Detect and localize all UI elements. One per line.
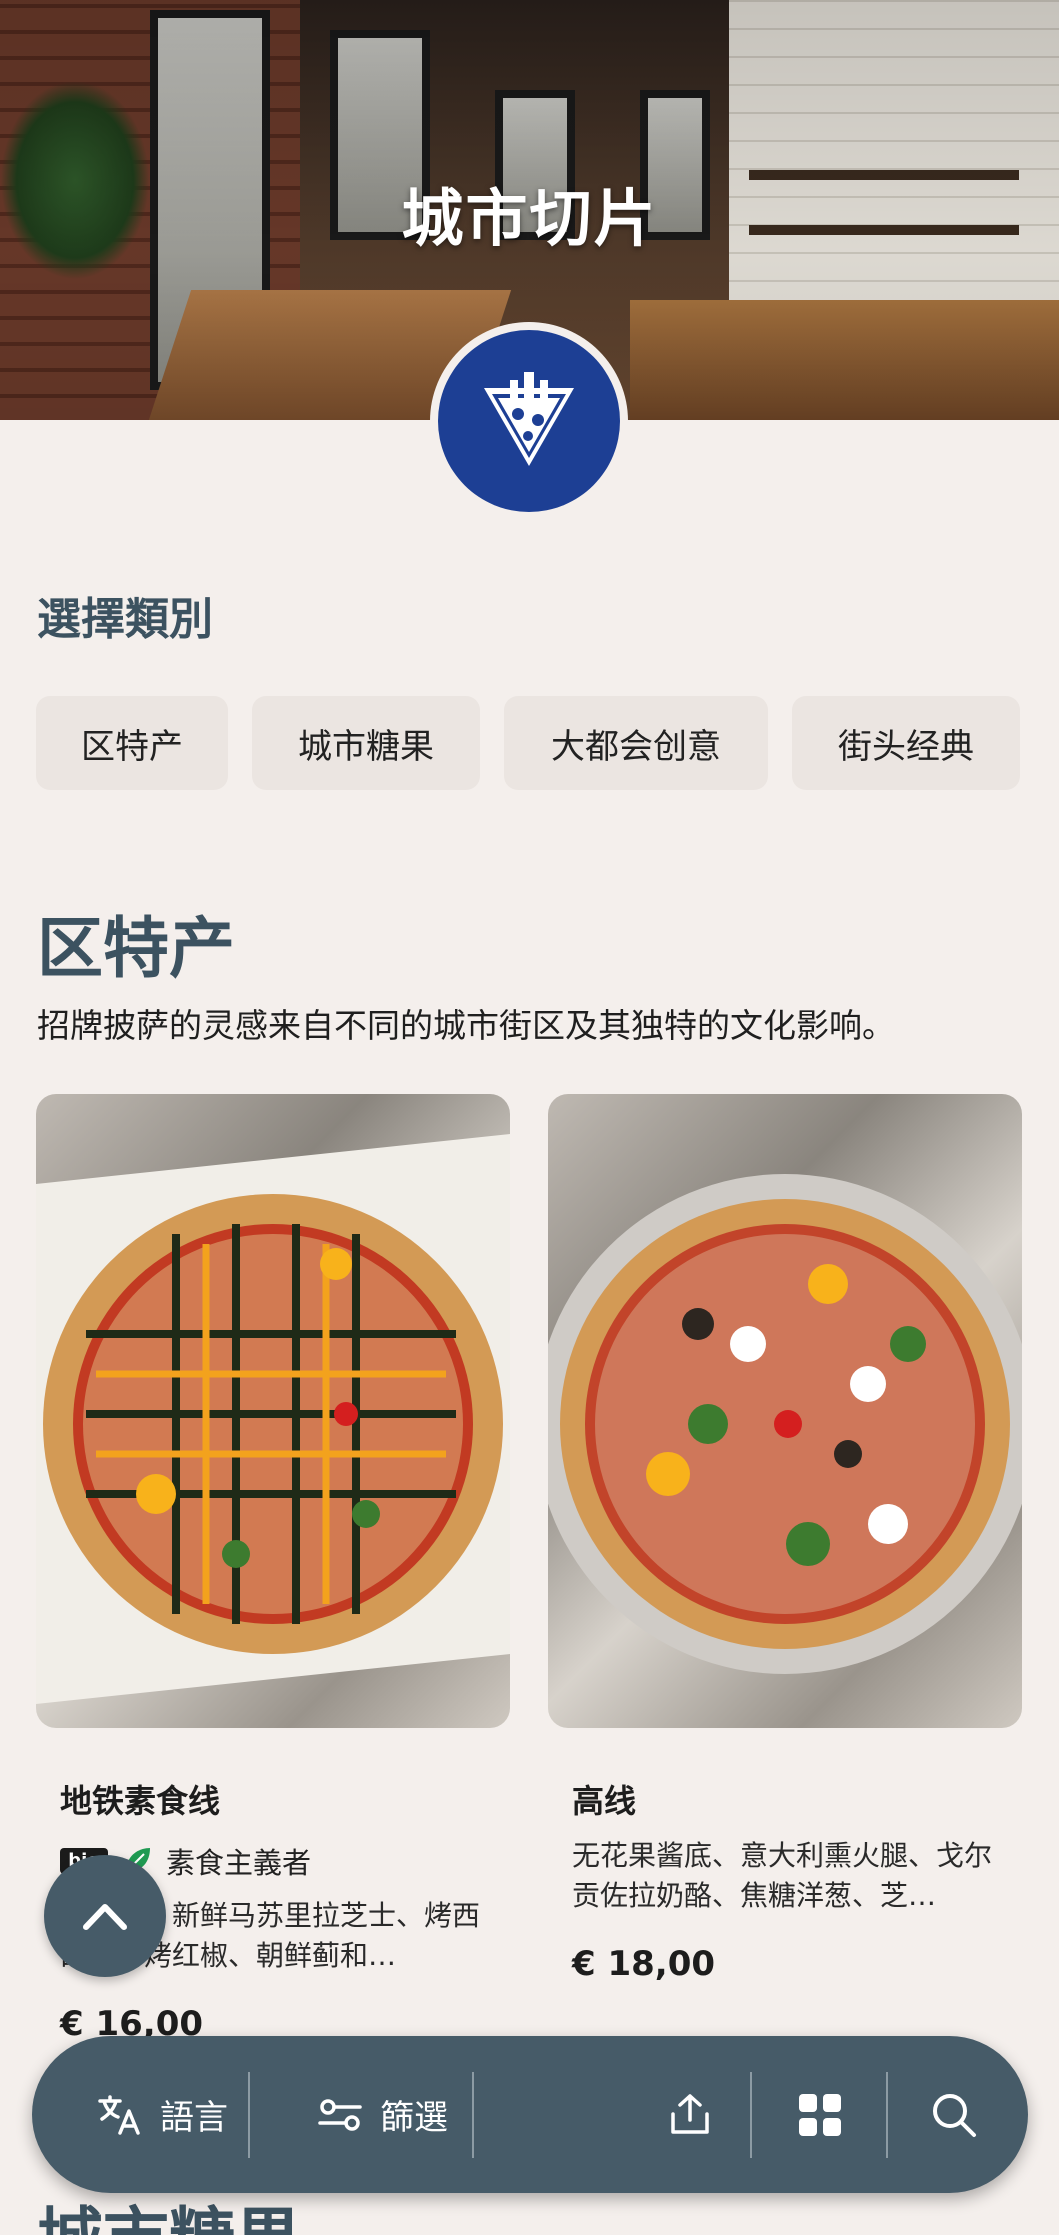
toolbar-divider — [248, 2072, 250, 2158]
pizza-image — [548, 1094, 1022, 1728]
share-icon — [671, 2093, 709, 2134]
item-name: 地铁素食线 — [60, 1782, 221, 1820]
item-price: € 18,00 — [572, 1944, 716, 1984]
chip-district-specials[interactable]: 区特产 — [36, 696, 228, 790]
menu-item-card[interactable]: 高线 无花果酱底、意大利熏火腿、戈尔贡佐拉奶酪、焦糖洋葱、芝… € 18,00 — [548, 1094, 1022, 1984]
chip-street-classics[interactable]: 街头经典 — [792, 696, 1020, 790]
toolbar-divider — [750, 2072, 752, 2158]
bottom-toolbar: 語言 篩選 — [32, 2036, 1028, 2193]
share-button[interactable] — [640, 2036, 740, 2193]
language-button[interactable]: 語言 — [72, 2036, 252, 2193]
language-label: 語言 — [160, 2098, 228, 2138]
search-icon — [933, 2093, 976, 2137]
category-selector-label: 選擇類別 — [37, 594, 213, 645]
section-heading: 区特产 — [37, 910, 235, 987]
toolbar-divider — [472, 2072, 474, 2158]
search-button[interactable] — [904, 2036, 1004, 2193]
toolbar-divider — [886, 2072, 888, 2158]
grid-icon — [799, 2093, 841, 2136]
translate-icon — [98, 2094, 140, 2135]
section-description: 招牌披萨的灵感来自不同的城市街区及其独特的文化影响。 — [37, 1006, 895, 1045]
scroll-to-top-button[interactable] — [44, 1855, 166, 1977]
filter-icon — [318, 2098, 362, 2131]
item-description: 无花果酱底、意大利熏火腿、戈尔贡佐拉奶酪、焦糖洋葱、芝… — [572, 1839, 993, 1912]
chevron-up-icon — [83, 1904, 127, 1930]
chip-metropolis-creations[interactable]: 大都会创意 — [504, 696, 768, 790]
chip-city-sweets[interactable]: 城市糖果 — [252, 696, 480, 790]
filter-button[interactable]: 篩選 — [292, 2036, 472, 2193]
pizza-slice-icon — [484, 372, 574, 466]
page-title: 城市切片 — [401, 182, 658, 255]
vegan-tag: 素食主義者 — [166, 1846, 312, 1880]
page: 城市切片 選擇類別 区特产 城市糖果 大都会创意 街头经典 区特产 招牌披萨的灵… — [0, 0, 1059, 2235]
filter-label: 篩選 — [380, 2098, 448, 2138]
item-name: 高线 — [572, 1782, 637, 1820]
grid-view-button[interactable] — [770, 2036, 870, 2193]
pizza-image — [36, 1094, 510, 1728]
restaurant-logo — [430, 322, 628, 520]
